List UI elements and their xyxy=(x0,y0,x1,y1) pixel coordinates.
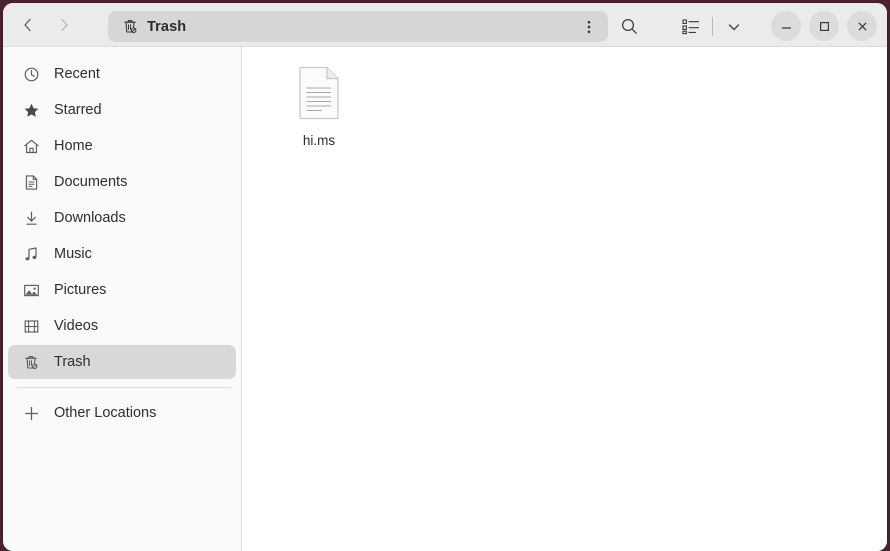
sidebar-item-videos[interactable]: Videos xyxy=(8,309,236,343)
sidebar-item-music[interactable]: Music xyxy=(8,237,236,271)
sidebar-item-pictures[interactable]: Pictures xyxy=(8,273,236,307)
list-view-button[interactable] xyxy=(675,11,707,42)
text-file-icon xyxy=(295,63,343,123)
sidebar-item-label: Videos xyxy=(54,318,99,334)
download-icon xyxy=(20,210,42,227)
header-bar: Trash xyxy=(3,3,887,47)
maximize-button[interactable] xyxy=(809,11,839,41)
maximize-icon xyxy=(819,21,829,31)
video-icon xyxy=(20,318,42,335)
chevron-right-icon xyxy=(61,18,68,31)
sidebar-item-label: Trash xyxy=(54,354,91,370)
chevron-down-icon xyxy=(728,23,740,30)
sidebar-item-other-locations[interactable]: Other Locations xyxy=(8,396,236,430)
path-bar[interactable]: Trash xyxy=(108,11,608,42)
back-button[interactable] xyxy=(11,8,45,42)
close-button[interactable] xyxy=(847,11,877,41)
plus-icon xyxy=(20,405,42,422)
music-note-icon xyxy=(20,246,42,263)
trash-icon xyxy=(20,354,42,371)
sidebar-item-starred[interactable]: Starred xyxy=(8,93,236,127)
file-manager-window: Trash Recent Starred Home Documents Down… xyxy=(3,3,887,551)
sidebar-item-label: Documents xyxy=(54,174,128,190)
vertical-dots-icon xyxy=(587,20,591,33)
clock-icon xyxy=(20,66,42,83)
forward-button[interactable] xyxy=(47,8,81,42)
file-name-label: hi.ms xyxy=(302,133,336,148)
sidebar-separator xyxy=(17,387,231,388)
trash-icon xyxy=(122,18,139,35)
sidebar-item-home[interactable]: Home xyxy=(8,129,236,163)
sidebar: Recent Starred Home Documents Downloads … xyxy=(3,47,242,551)
pathbar-title: Trash xyxy=(147,18,187,35)
sidebar-item-label: Music xyxy=(54,246,92,262)
star-icon xyxy=(20,102,42,119)
file-grid: hi.ms xyxy=(243,47,887,551)
list-view-icon xyxy=(681,19,699,35)
picture-icon xyxy=(20,282,42,299)
sidebar-item-downloads[interactable]: Downloads xyxy=(8,201,236,235)
close-icon xyxy=(858,22,866,30)
sidebar-item-documents[interactable]: Documents xyxy=(8,165,236,199)
sidebar-item-recent[interactable]: Recent xyxy=(8,57,236,91)
sidebar-item-label: Home xyxy=(54,138,93,154)
sidebar-item-trash[interactable]: Trash xyxy=(8,345,236,379)
sidebar-item-label: Recent xyxy=(54,66,100,82)
window-controls xyxy=(771,11,877,41)
sidebar-item-label: Downloads xyxy=(54,210,126,226)
view-mode-group xyxy=(675,11,750,42)
sidebar-item-label: Other Locations xyxy=(54,405,157,421)
minimize-icon xyxy=(781,26,791,29)
location-options-button[interactable] xyxy=(576,13,602,40)
search-icon xyxy=(621,18,637,34)
view-options-button[interactable] xyxy=(718,11,750,42)
home-icon xyxy=(20,138,42,155)
toolbar-separator xyxy=(712,17,713,36)
minimize-button[interactable] xyxy=(771,11,801,41)
file-item[interactable]: hi.ms xyxy=(271,63,367,148)
search-button[interactable] xyxy=(613,11,645,42)
sidebar-item-label: Starred xyxy=(54,102,102,118)
sidebar-item-label: Pictures xyxy=(54,282,107,298)
document-icon xyxy=(20,174,42,191)
chevron-left-icon xyxy=(24,18,31,31)
